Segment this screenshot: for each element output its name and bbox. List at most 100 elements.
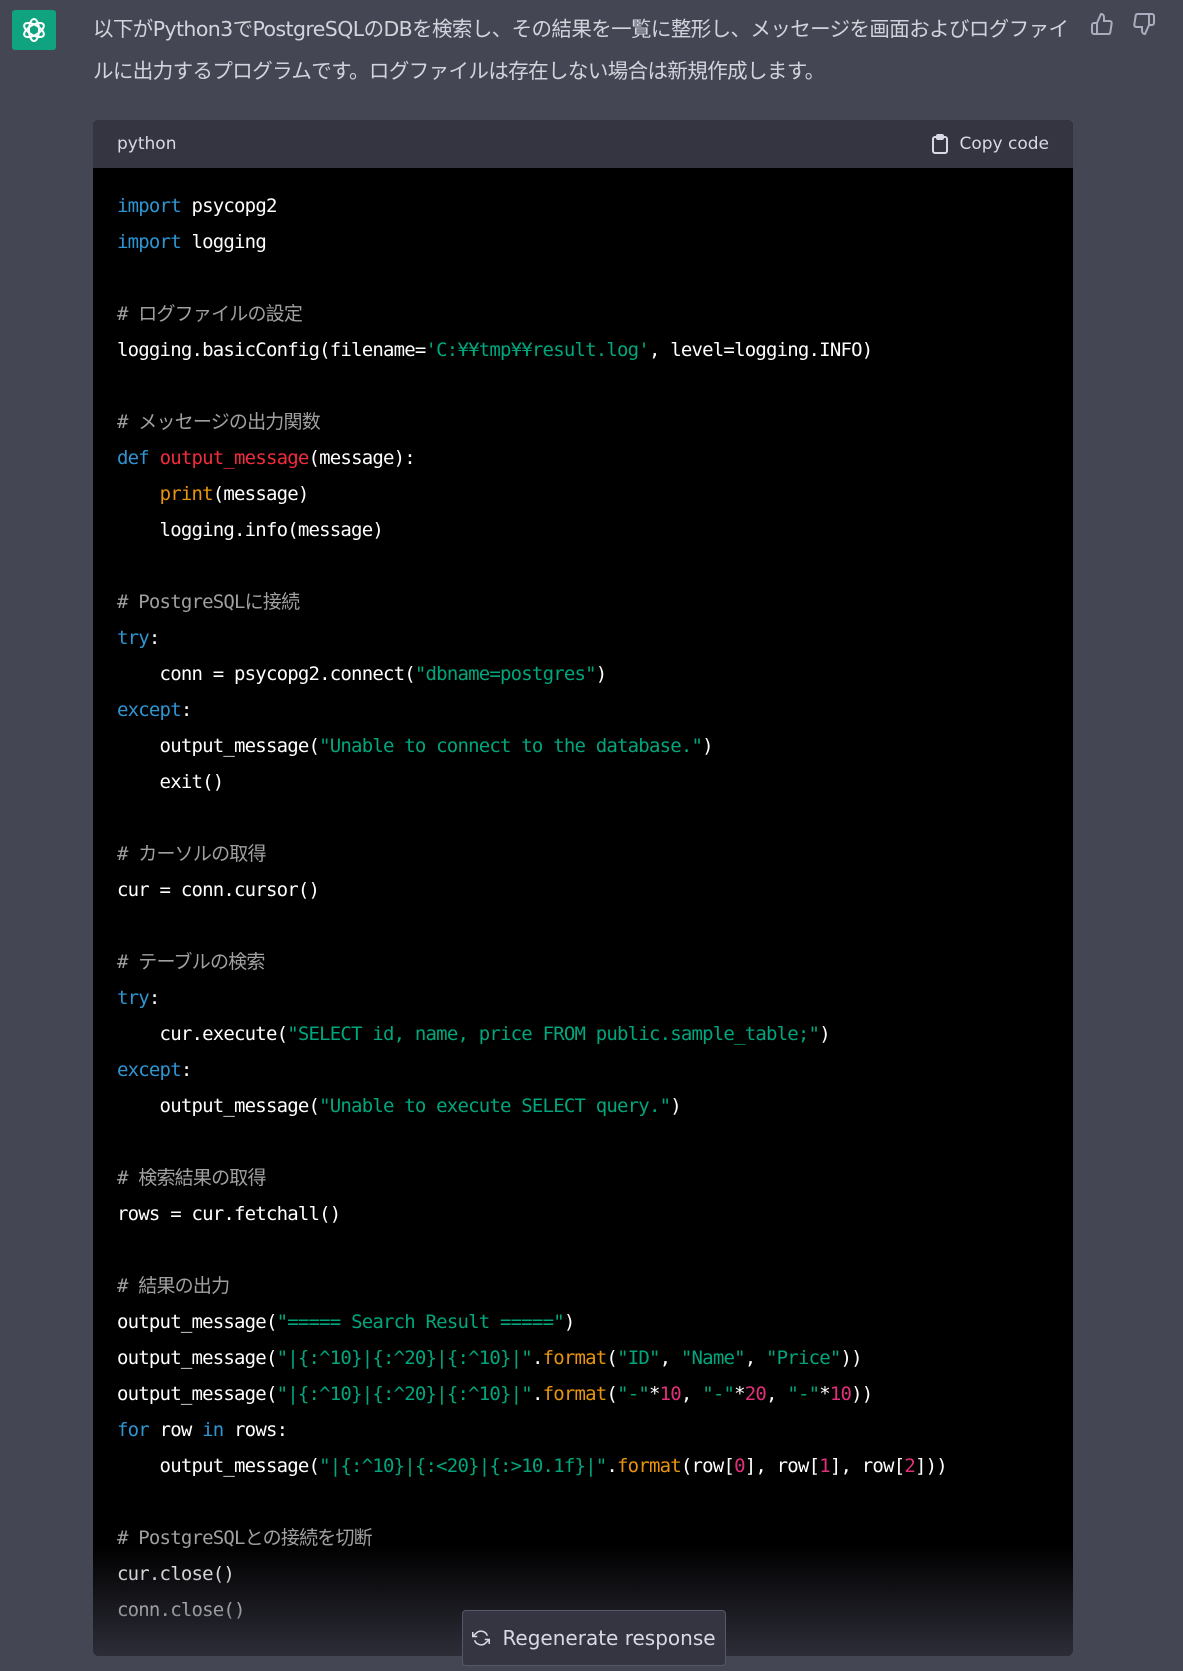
code-token: "|{:^10}|{:^20}|{:^10}|" (276, 1347, 533, 1369)
code-token: output_message( (117, 735, 320, 757)
code-token: except (117, 1059, 182, 1081)
code-line: for row in rows: (117, 1412, 1049, 1448)
code-token: logging.basicConfig(filename= (117, 339, 426, 361)
code-line: # 検索結果の取得 (117, 1160, 1049, 1196)
code-token: 'C:¥¥tmp¥¥result.log' (425, 339, 650, 361)
code-language: python (117, 134, 177, 154)
code-token: # PostgreSQLに接続 (117, 591, 300, 613)
code-line: output_message("|{:^10}|{:<20}|{:>10.1f}… (117, 1448, 1049, 1484)
assistant-message-text: 以下がPython3でPostgreSQLのDBを検索し、その結果を一覧に整形し… (93, 17, 1069, 83)
code-token: )) (851, 1383, 873, 1405)
code-token: rows = cur.fetchall() (117, 1203, 341, 1225)
code-token: # 検索結果の取得 (117, 1167, 266, 1189)
code-token: * (734, 1383, 745, 1405)
code-token: . (531, 1347, 543, 1369)
code-token: , (659, 1347, 681, 1369)
code-line: try: (117, 980, 1049, 1016)
code-token: # カーソルの取得 (117, 843, 266, 865)
code-token: ) (595, 663, 607, 685)
code-token: cur.close() (117, 1563, 235, 1585)
code-token: logging (191, 231, 266, 253)
code-token: try (117, 627, 150, 649)
code-token: output_message (159, 447, 310, 469)
copy-code-button[interactable]: Copy code (931, 134, 1049, 154)
thumbs-up-icon[interactable] (1090, 12, 1114, 36)
code-token: print (159, 483, 214, 505)
code-line: output_message("Unable to execute SELECT… (117, 1088, 1049, 1124)
code-token: # PostgreSQLとの接続を切断 (117, 1527, 373, 1549)
code-line: print(message) (117, 476, 1049, 512)
code-line: # カーソルの取得 (117, 836, 1049, 872)
copy-code-label: Copy code (959, 134, 1049, 154)
code-token: logging.info(message) (117, 519, 384, 541)
code-token: output_message( (117, 1383, 277, 1405)
code-token: , (744, 1347, 767, 1369)
code-line: logging.info(message) (117, 512, 1049, 548)
code-token: (row[ (680, 1455, 735, 1477)
code-token: "SELECT id, name, price FROM public.samp… (287, 1023, 820, 1045)
code-token: ) (670, 1095, 681, 1117)
code-token: try (117, 987, 150, 1009)
code-token: # 結果の出力 (117, 1275, 230, 1297)
code-token: "===== Search Result =====" (276, 1311, 565, 1333)
code-token: 10 (659, 1383, 682, 1405)
code-line: output_message("Unable to connect to the… (117, 728, 1049, 764)
code-token: rows: (234, 1419, 288, 1441)
regenerate-label: Regenerate response (502, 1626, 716, 1650)
code-token: , (766, 1383, 788, 1405)
code-token: 0 (734, 1455, 745, 1477)
code-token: except (117, 699, 182, 721)
code-token: import (117, 231, 192, 253)
code-token: conn.close() (117, 1599, 245, 1621)
code-token: ( (606, 1383, 618, 1405)
code-token: cur = conn.cursor() (117, 879, 320, 901)
feedback-buttons (1090, 12, 1156, 36)
code-token: in (202, 1419, 235, 1441)
code-token: ( (606, 1347, 618, 1369)
code-line: except: (117, 1052, 1049, 1088)
code-line: cur.execute("SELECT id, name, price FROM… (117, 1016, 1049, 1052)
code-token: def (117, 447, 160, 469)
code-line: # PostgreSQLに接続 (117, 584, 1049, 620)
code-token: output_message( (117, 1455, 320, 1477)
code-token: 10 (829, 1383, 852, 1405)
code-token: "-" (787, 1383, 820, 1405)
assistant-avatar (12, 10, 56, 50)
code-line: logging.basicConfig(filename='C:¥¥tmp¥¥r… (117, 332, 1049, 368)
code-token: ], row[ (829, 1455, 905, 1477)
code-line: exit() (117, 764, 1049, 800)
code-token: "-" (702, 1383, 735, 1405)
code-line: try: (117, 620, 1049, 656)
code-token: format (542, 1383, 608, 1405)
code-line: cur.close() (117, 1556, 1049, 1592)
code-token: : (148, 987, 160, 1009)
code-token: output_message( (117, 1095, 320, 1117)
code-token: # メッセージの出力関数 (117, 411, 321, 433)
regenerate-response-button[interactable]: Regenerate response (462, 1610, 726, 1666)
code-token: )) (840, 1347, 863, 1369)
code-token: . (606, 1455, 618, 1477)
code-token: output_message( (117, 1311, 277, 1333)
code-line: output_message("|{:^10}|{:^20}|{:^10}|".… (117, 1376, 1049, 1412)
code-token: ], row[ (744, 1455, 820, 1477)
code-token: "Unable to execute SELECT query." (319, 1095, 671, 1117)
code-token: : (180, 699, 192, 721)
code-token: ) (702, 735, 713, 757)
code-line: conn = psycopg2.connect("dbname=postgres… (117, 656, 1049, 692)
code-content[interactable]: import psycopg2 import logging # ログファイルの設… (93, 168, 1073, 1628)
code-block: python Copy code import psycopg2 import l… (93, 120, 1073, 1656)
code-line: # PostgreSQLとの接続を切断 (117, 1520, 1049, 1556)
code-token: "Name" (680, 1347, 746, 1369)
code-token: , level=logging.INFO) (648, 339, 873, 361)
code-line: def output_message(message): (117, 440, 1049, 476)
clipboard-icon (932, 134, 949, 154)
thumbs-down-icon[interactable] (1132, 12, 1156, 36)
openai-logo-icon (23, 18, 45, 42)
